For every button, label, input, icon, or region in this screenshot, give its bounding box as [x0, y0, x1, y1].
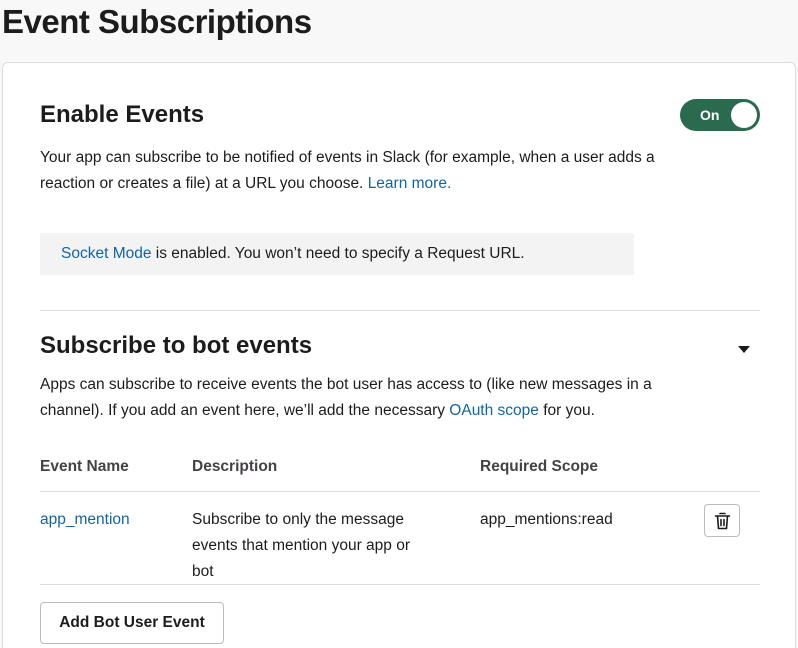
column-header-event-name: Event Name [40, 458, 129, 475]
description-text: channel). If you add an event here, we’l… [40, 402, 450, 419]
notice-text: is enabled. You won’t need to specify a … [151, 245, 525, 262]
event-description-line: bot [192, 563, 214, 580]
event-description-line: events that mention your app or [192, 537, 410, 554]
event-description: Subscribe to only the message events tha… [192, 507, 472, 585]
description-text-end: for you. [538, 402, 595, 419]
learn-more-link[interactable]: Learn more. [368, 175, 452, 192]
add-bot-user-event-button[interactable]: Add Bot User Event [40, 602, 224, 644]
section-divider [40, 310, 760, 311]
bot-events-description-line1: Apps can subscribe to receive events the… [40, 376, 652, 393]
toggle-label: On [700, 107, 720, 123]
socket-mode-notice-text: Socket Mode is enabled. You won’t need t… [61, 233, 525, 275]
toggle-knob [731, 102, 757, 128]
bot-events-title: Subscribe to bot events [40, 332, 313, 359]
oauth-scope-link[interactable]: OAuth scope [449, 402, 539, 419]
enable-events-description-line2: reaction or creates a file) at a URL you… [40, 171, 655, 197]
description-text: reaction or creates a file) at a URL you… [40, 175, 368, 192]
enable-events-title: Enable Events [40, 101, 205, 128]
bot-events-description-line2: channel). If you add an event here, we’l… [40, 398, 652, 424]
socket-mode-notice: Socket Mode is enabled. You won’t need t… [40, 233, 634, 275]
enable-events-description: Your app can subscribe to be notified of… [40, 145, 655, 197]
delete-event-button[interactable] [704, 504, 740, 537]
event-scope: app_mentions:read [480, 511, 613, 528]
trash-icon [714, 512, 731, 530]
event-subscriptions-card: Enable Events On Your app can subscribe … [2, 62, 796, 648]
table-row-divider [40, 584, 760, 585]
enable-events-description-line1: Your app can subscribe to be notified of… [40, 149, 655, 166]
enable-events-toggle[interactable]: On [680, 99, 760, 131]
event-description-line: Subscribe to only the message [192, 511, 404, 528]
socket-mode-link[interactable]: Socket Mode [61, 245, 151, 262]
page-title: Event Subscriptions [2, 3, 312, 40]
column-header-description: Description [192, 458, 278, 475]
collapse-caret-icon[interactable] [738, 346, 750, 353]
table-header-divider [40, 491, 760, 492]
column-header-required-scope: Required Scope [480, 458, 598, 475]
event-name-link[interactable]: app_mention [40, 507, 130, 533]
bot-events-description: Apps can subscribe to receive events the… [40, 372, 652, 424]
